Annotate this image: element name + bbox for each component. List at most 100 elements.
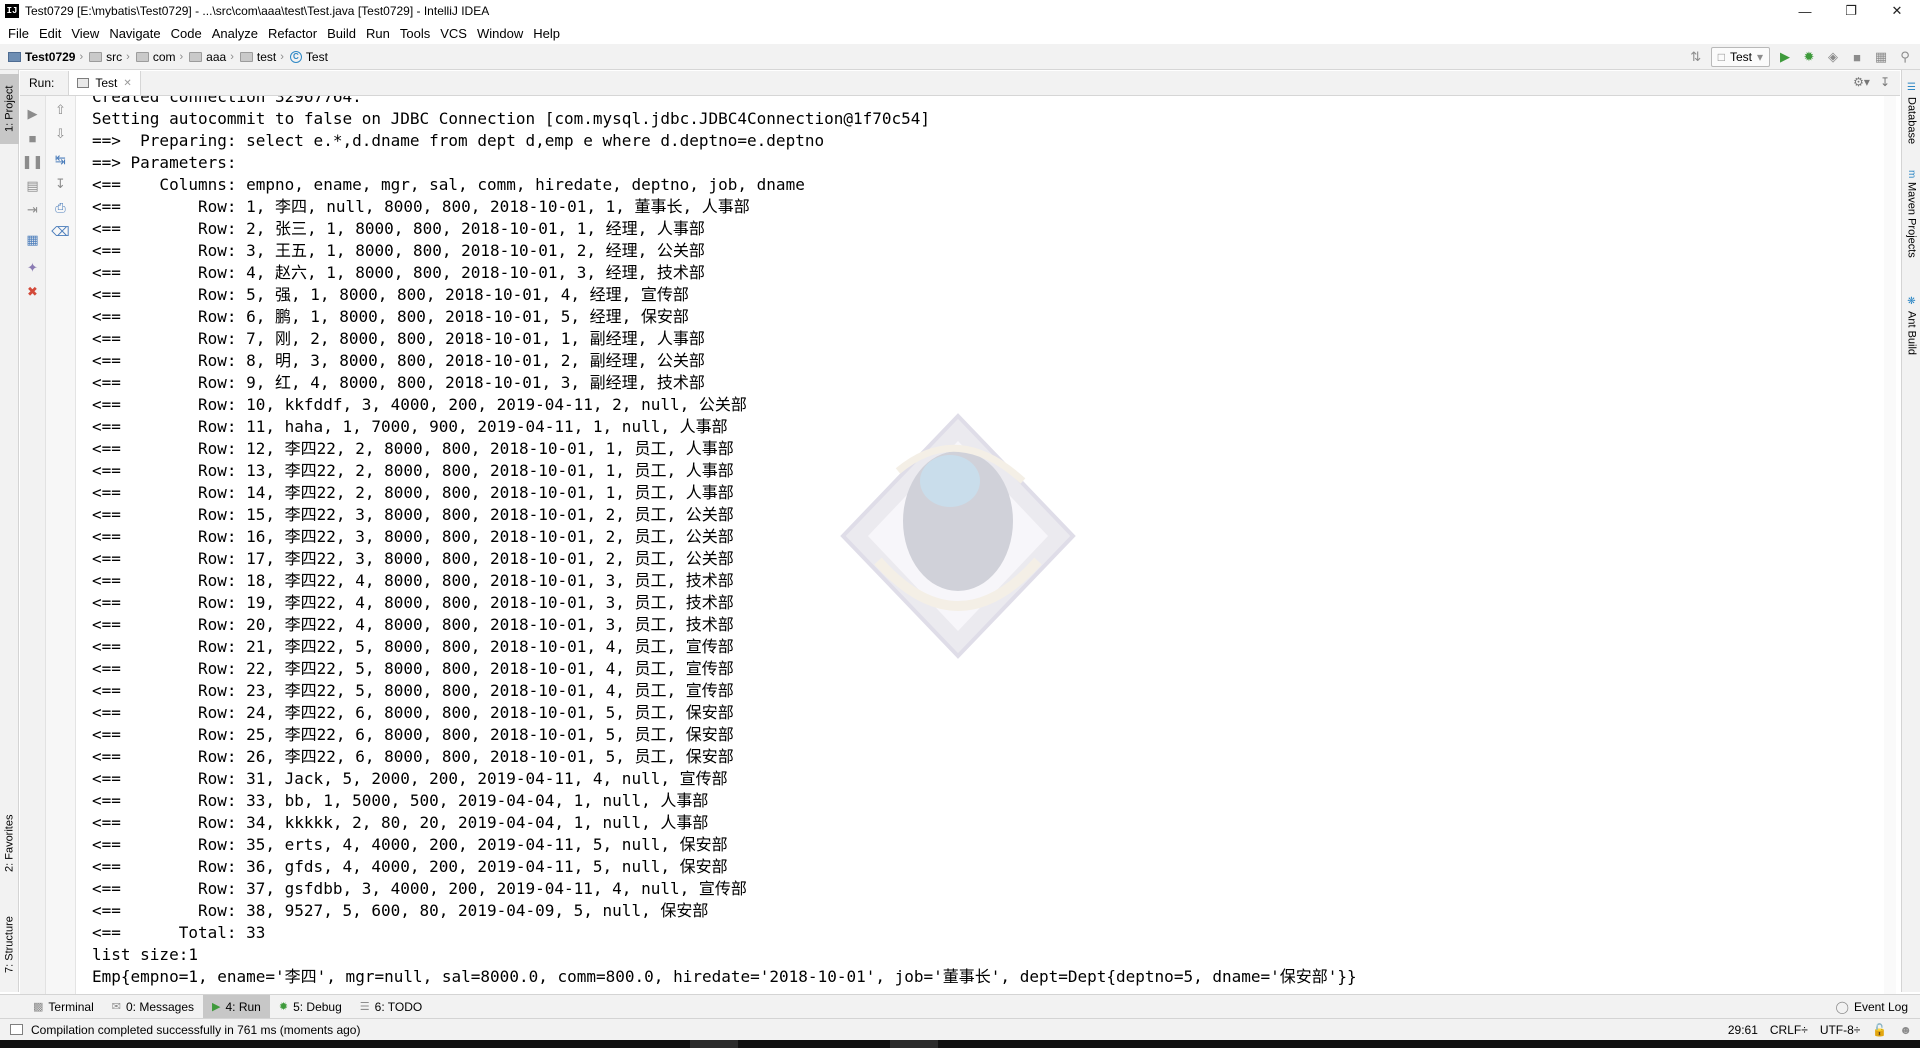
breadcrumb-com[interactable]: com › xyxy=(130,50,183,64)
tab-run[interactable]: ▶ 4: Run xyxy=(203,994,270,1019)
todo-icon: ☰ xyxy=(359,1001,370,1013)
console-line: <== Row: 31, Jack, 5, 2000, 200, 2019-04… xyxy=(92,769,728,788)
menu-tools[interactable]: Tools xyxy=(395,26,435,41)
tab-debug-label: 5: Debug xyxy=(293,999,342,1014)
scroll-to-end-icon[interactable]: ↧ xyxy=(46,174,75,194)
file-encoding[interactable]: UTF-8÷ xyxy=(1820,1023,1861,1037)
breadcrumb-project[interactable]: Test0729 › xyxy=(0,50,83,64)
tab-favorites[interactable]: 2: Favorites xyxy=(0,798,19,888)
status-panel-icon[interactable] xyxy=(10,1024,23,1035)
stop-icon[interactable]: ■ xyxy=(1848,48,1866,66)
folder-icon xyxy=(189,51,203,62)
run-toolbar-secondary: ⇧ ⇩ ↹ ↧ ⎙ ⌫ xyxy=(46,96,76,994)
tab-project[interactable]: 1: Project xyxy=(0,74,19,144)
console-output[interactable]: Created connection 32967764. Setting auto… xyxy=(78,96,1896,994)
console-line: <== Row: 24, 李四22, 6, 8000, 800, 2018-10… xyxy=(92,703,734,722)
minimize-button[interactable]: — xyxy=(1782,0,1828,22)
caret-position[interactable]: 29:61 xyxy=(1728,1023,1758,1037)
soft-wrap-icon[interactable]: ↹ xyxy=(46,150,75,170)
run-tab-test[interactable]: Test ✕ xyxy=(68,71,141,95)
console-line: <== Row: 34, kkkkk, 2, 80, 20, 2019-04-0… xyxy=(92,813,709,832)
layout-icon[interactable]: ▦ xyxy=(20,230,45,250)
close-button[interactable]: ✕ xyxy=(1874,0,1920,22)
console-line: <== Row: 11, haha, 1, 7000, 900, 2019-04… xyxy=(92,417,728,436)
stop-icon[interactable]: ■ xyxy=(20,128,45,148)
rerun-icon[interactable]: ▶ xyxy=(20,104,45,124)
clear-all-icon[interactable]: ⌫ xyxy=(46,222,75,242)
run-icon: ▶ xyxy=(212,1001,221,1013)
arrow-down-icon[interactable]: ⇩ xyxy=(46,124,75,144)
console-line: <== Columns: empno, ename, mgr, sal, com… xyxy=(92,175,805,194)
run-config-select[interactable]: □ Test ▾ xyxy=(1710,47,1770,67)
taskbar-item[interactable] xyxy=(890,1040,938,1048)
lock-icon[interactable]: 🔓 xyxy=(1872,1023,1887,1037)
run-panel-actions: ⚙▾ ↧ xyxy=(1853,75,1890,89)
tab-maven-projects[interactable]: m Maven Projects xyxy=(1902,170,1920,290)
inspector-icon[interactable]: ☻ xyxy=(1899,1023,1912,1037)
menu-bar: File Edit View Navigate Code Analyze Ref… xyxy=(0,22,1920,44)
tab-terminal-label: Terminal xyxy=(48,999,94,1014)
arrow-up-icon[interactable]: ⇧ xyxy=(46,100,75,120)
navigation-bar: Test0729 › src › com › aaa › test › C Te… xyxy=(0,44,1920,70)
breadcrumb-label: com xyxy=(152,49,176,64)
dump-threads-icon[interactable]: ▤ xyxy=(20,176,45,196)
gear-icon[interactable]: ⚙▾ xyxy=(1853,75,1870,89)
project-folder-icon xyxy=(8,51,21,62)
menu-analyze[interactable]: Analyze xyxy=(207,26,263,41)
folder-icon xyxy=(239,51,253,62)
event-log-icon: ◯ xyxy=(1835,1000,1849,1014)
menu-file[interactable]: File xyxy=(3,26,34,41)
menu-code[interactable]: Code xyxy=(166,26,207,41)
print-icon[interactable]: ⎙ xyxy=(46,198,75,218)
console-line: <== Row: 1, 李四, null, 8000, 800, 2018-10… xyxy=(92,197,750,216)
console-line: <== Row: 2, 张三, 1, 8000, 800, 2018-10-01… xyxy=(92,219,705,238)
line-separator[interactable]: CRLF÷ xyxy=(1770,1023,1808,1037)
tab-ant-build[interactable]: ❋ Ant Build xyxy=(1902,296,1920,376)
breadcrumb-test[interactable]: test › xyxy=(234,50,284,64)
menu-navigate[interactable]: Navigate xyxy=(104,26,165,41)
pin-icon[interactable]: ✦ xyxy=(20,258,45,278)
taskbar-item[interactable] xyxy=(690,1040,738,1048)
menu-help[interactable]: Help xyxy=(528,26,565,41)
menu-edit[interactable]: Edit xyxy=(34,26,66,41)
close-icon[interactable]: ✕ xyxy=(123,78,131,89)
menu-run[interactable]: Run xyxy=(361,26,395,41)
tab-terminal[interactable]: ▩ Terminal xyxy=(24,995,103,1019)
pause-icon[interactable]: ❚❚ xyxy=(20,152,45,172)
menu-build[interactable]: Build xyxy=(322,26,361,41)
console-scrollbar[interactable] xyxy=(1884,96,1896,994)
java-class-icon: C xyxy=(289,50,302,63)
search-icon[interactable]: ⚲ xyxy=(1896,48,1914,66)
tab-todo[interactable]: ☰ 6: TODO xyxy=(351,995,431,1019)
event-log-button[interactable]: ◯ Event Log xyxy=(1836,995,1908,1019)
tab-messages[interactable]: ✉ 0: Messages xyxy=(103,995,203,1019)
close-run-icon[interactable]: ✖ xyxy=(20,282,45,302)
breadcrumb-src[interactable]: src › xyxy=(83,50,130,64)
tab-debug[interactable]: ✹ 5: Debug xyxy=(270,995,351,1019)
console-line: <== Row: 22, 李四22, 5, 8000, 800, 2018-10… xyxy=(92,659,734,678)
menu-view[interactable]: View xyxy=(66,26,104,41)
restore-button[interactable]: ❐ xyxy=(1828,0,1874,22)
project-structure-icon[interactable]: ▦ xyxy=(1872,48,1890,66)
breadcrumb-aaa[interactable]: aaa › xyxy=(183,50,234,64)
run-panel-header: Run: Test ✕ ⚙▾ ↧ xyxy=(20,71,1900,96)
menu-window[interactable]: Window xyxy=(472,26,528,41)
tab-database[interactable]: ☰ Database xyxy=(1902,82,1920,162)
status-message[interactable]: Compilation completed successfully in 76… xyxy=(31,1023,360,1037)
run-tab-label: Test xyxy=(95,76,118,90)
event-log-label: Event Log xyxy=(1853,1000,1908,1014)
debug-icon[interactable]: ✹ xyxy=(1800,48,1818,66)
run-panel-label: Run: xyxy=(29,76,55,90)
run-icon[interactable]: ▶ xyxy=(1776,48,1794,66)
tab-structure[interactable]: 7: Structure xyxy=(0,900,19,990)
breadcrumb-class[interactable]: C Test xyxy=(284,50,328,64)
menu-vcs[interactable]: VCS xyxy=(435,26,472,41)
build-icon[interactable]: ⇅ xyxy=(1687,48,1705,66)
coverage-icon[interactable]: ◈ xyxy=(1824,48,1842,66)
tab-messages-label: 0: Messages xyxy=(125,999,195,1014)
hide-panel-icon[interactable]: ↧ xyxy=(1880,75,1890,89)
menu-refactor[interactable]: Refactor xyxy=(263,26,322,41)
exit-icon[interactable]: ⇥ xyxy=(20,200,45,220)
console-line: Setting autocommit to false on JDBC Conn… xyxy=(92,109,931,128)
breadcrumb-label: aaa xyxy=(206,49,227,64)
